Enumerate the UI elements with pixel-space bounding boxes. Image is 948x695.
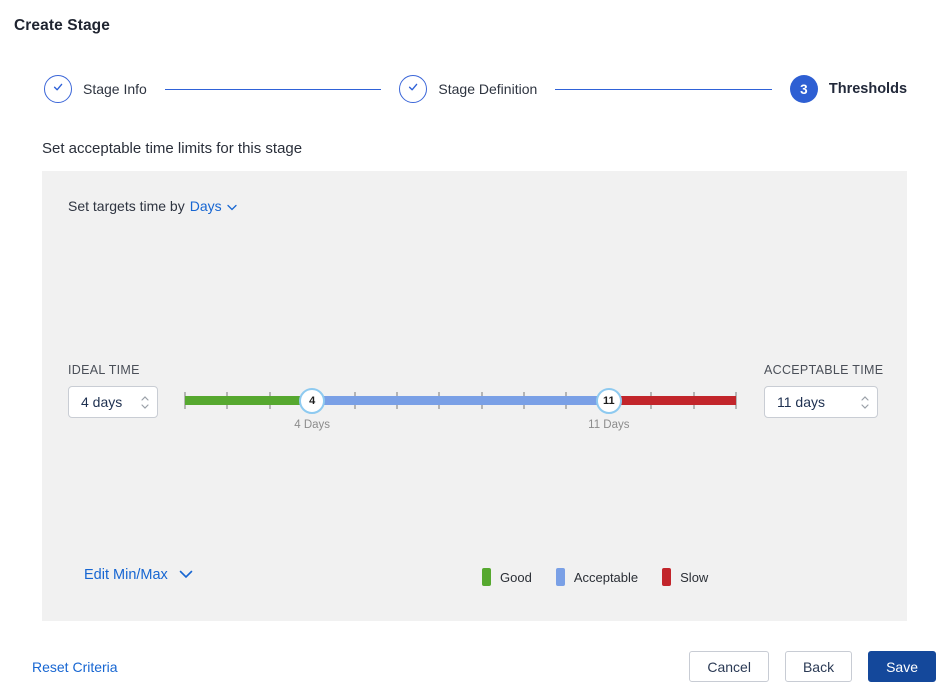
slider-segment-good [185,396,312,405]
save-button[interactable]: Save [868,651,936,682]
threshold-slider[interactable]: 4 4 Days 11 11 Days [185,363,736,433]
legend-label-good: Good [500,570,532,585]
stepper-down-icon[interactable] [861,404,869,409]
legend-swatch-acceptable [556,568,565,586]
legend-swatch-good [482,568,491,586]
ideal-time-field: IDEAL TIME [68,363,185,418]
edit-minmax-label: Edit Min/Max [84,567,168,583]
acceptable-time-stepper [861,396,869,409]
slider-handle-acceptable[interactable]: 11 [596,388,622,414]
reset-criteria-link[interactable]: Reset Criteria [32,659,118,675]
slider-handle-ideal[interactable]: 4 [299,388,325,414]
footer-button-row: Cancel Back Save [689,651,936,682]
acceptable-time-input[interactable] [777,394,855,410]
page-title: Create Stage [14,17,110,35]
edit-minmax-link[interactable]: Edit Min/Max [84,567,193,583]
acceptable-time-input-box [764,386,878,418]
cancel-button[interactable]: Cancel [689,651,769,682]
checkmark-icon [406,80,420,99]
acceptable-time-field: ACCEPTABLE TIME [764,363,881,418]
unit-dropdown-value: Days [190,198,222,214]
back-button[interactable]: Back [785,651,852,682]
chevron-down-icon [227,198,237,214]
step-stage-definition-check-circle [399,75,427,103]
slider-segment-slow [609,396,736,405]
step-thresholds[interactable]: 3 Thresholds [790,75,907,103]
acceptable-time-label: ACCEPTABLE TIME [764,363,881,377]
set-targets-label: Set targets time by [68,198,185,214]
ideal-time-input[interactable] [81,394,135,410]
step-thresholds-number-circle: 3 [790,75,818,103]
thresholds-panel: Set targets time by Days IDEAL TIME [42,171,907,621]
chevron-down-icon [179,567,193,583]
threshold-controls-row: IDEAL TIME 4 4 Days 11 11 Days ACCEPTABLE T… [68,363,881,433]
legend-item-acceptable: Acceptable [556,568,638,586]
ideal-time-stepper [141,396,149,409]
slider-handle-label-acceptable: 11 Days [588,419,629,431]
legend-item-good: Good [482,568,532,586]
ideal-time-input-box [68,386,158,418]
legend-item-slow: Slow [662,568,708,586]
ideal-time-label: IDEAL TIME [68,363,185,377]
step-stage-info-label: Stage Info [83,81,147,97]
slider-handle-label-ideal: 4 Days [294,419,330,431]
step-thresholds-label: Thresholds [829,81,907,97]
unit-dropdown[interactable]: Days [190,198,237,214]
legend-label-acceptable: Acceptable [574,570,638,585]
step-stage-definition-label: Stage Definition [438,81,537,97]
stepper-up-icon[interactable] [141,396,149,401]
stepper-connector [165,89,382,90]
stepper-down-icon[interactable] [141,404,149,409]
slider-legend: Good Acceptable Slow [482,568,732,586]
stepper: Stage Info Stage Definition 3 Thresholds [44,75,907,103]
checkmark-icon [51,80,65,99]
stepper-up-icon[interactable] [861,396,869,401]
step-stage-definition[interactable]: Stage Definition [399,75,537,103]
stepper-connector [555,89,772,90]
step-stage-info[interactable]: Stage Info [44,75,147,103]
set-targets-row: Set targets time by Days [68,198,237,214]
legend-label-slow: Slow [680,570,708,585]
slider-track[interactable]: 44 Days1111 Days [185,396,736,405]
legend-swatch-slow [662,568,671,586]
step-stage-info-check-circle [44,75,72,103]
section-heading: Set acceptable time limits for this stag… [42,140,302,157]
slider-segment-acceptable [312,396,609,405]
panel-footer: Edit Min/Max Good Acceptable Slow [68,567,881,591]
